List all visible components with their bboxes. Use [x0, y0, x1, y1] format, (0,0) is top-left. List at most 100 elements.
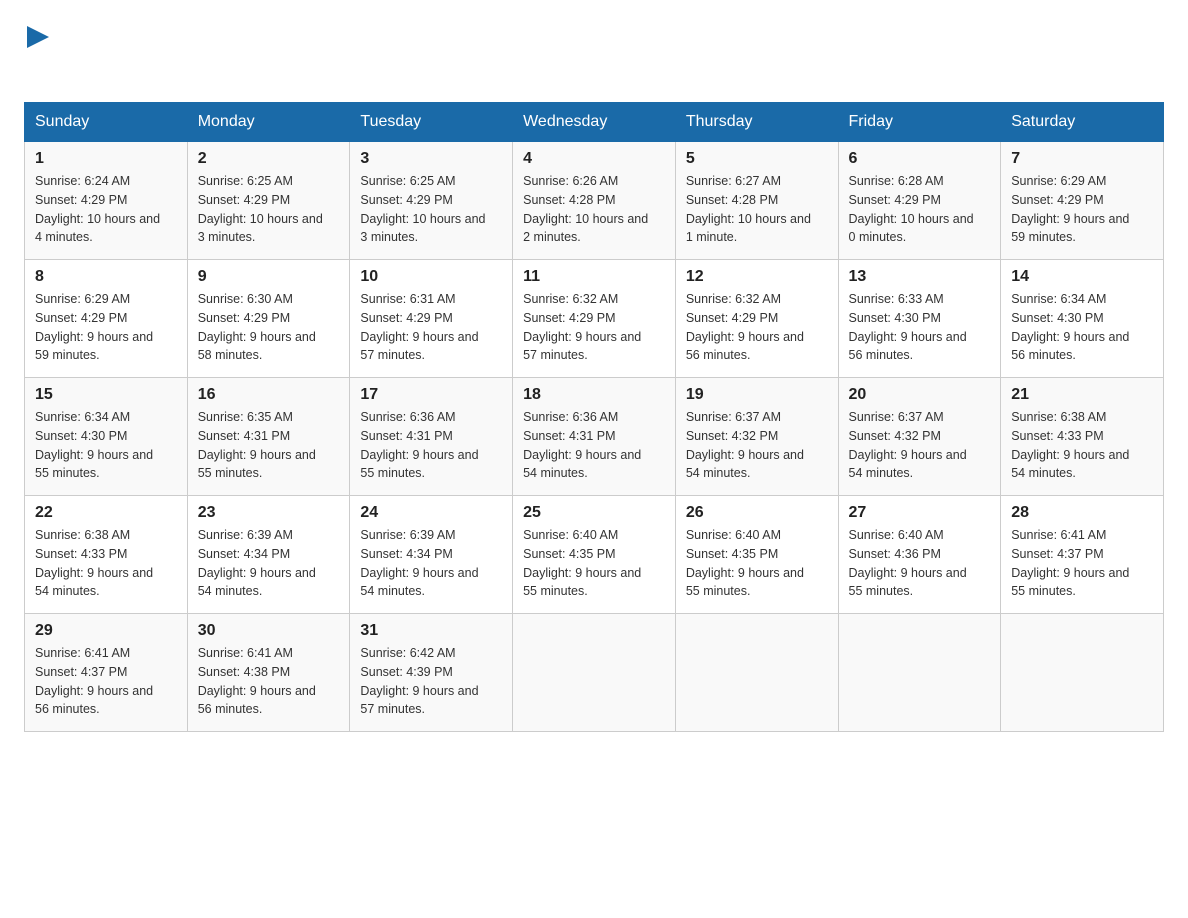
day-number: 24: [360, 504, 502, 522]
week-row-3: 15 Sunrise: 6:34 AMSunset: 4:30 PMDaylig…: [25, 378, 1164, 496]
day-number: 22: [35, 504, 177, 522]
day-number: 31: [360, 622, 502, 640]
day-info: Sunrise: 6:36 AMSunset: 4:31 PMDaylight:…: [523, 410, 641, 480]
day-info: Sunrise: 6:36 AMSunset: 4:31 PMDaylight:…: [360, 410, 478, 480]
day-number: 27: [849, 504, 991, 522]
day-number: 11: [523, 268, 665, 286]
header-friday: Friday: [838, 103, 1001, 142]
day-number: 17: [360, 386, 502, 404]
header-saturday: Saturday: [1001, 103, 1164, 142]
calendar-cell: [513, 614, 676, 732]
calendar-cell: 5 Sunrise: 6:27 AMSunset: 4:28 PMDayligh…: [675, 142, 838, 260]
day-info: Sunrise: 6:31 AMSunset: 4:29 PMDaylight:…: [360, 292, 478, 362]
calendar-cell: 2 Sunrise: 6:25 AMSunset: 4:29 PMDayligh…: [187, 142, 350, 260]
day-info: Sunrise: 6:32 AMSunset: 4:29 PMDaylight:…: [686, 292, 804, 362]
calendar-cell: 26 Sunrise: 6:40 AMSunset: 4:35 PMDaylig…: [675, 496, 838, 614]
day-info: Sunrise: 6:34 AMSunset: 4:30 PMDaylight:…: [35, 410, 153, 480]
header-thursday: Thursday: [675, 103, 838, 142]
calendar-cell: 13 Sunrise: 6:33 AMSunset: 4:30 PMDaylig…: [838, 260, 1001, 378]
calendar-cell: 1 Sunrise: 6:24 AMSunset: 4:29 PMDayligh…: [25, 142, 188, 260]
calendar-cell: 23 Sunrise: 6:39 AMSunset: 4:34 PMDaylig…: [187, 496, 350, 614]
day-number: 5: [686, 150, 828, 168]
calendar-cell: 15 Sunrise: 6:34 AMSunset: 4:30 PMDaylig…: [25, 378, 188, 496]
day-info: Sunrise: 6:37 AMSunset: 4:32 PMDaylight:…: [686, 410, 804, 480]
header-wednesday: Wednesday: [513, 103, 676, 142]
calendar-cell: [838, 614, 1001, 732]
day-info: Sunrise: 6:29 AMSunset: 4:29 PMDaylight:…: [35, 292, 153, 362]
calendar-cell: 6 Sunrise: 6:28 AMSunset: 4:29 PMDayligh…: [838, 142, 1001, 260]
day-info: Sunrise: 6:41 AMSunset: 4:37 PMDaylight:…: [1011, 528, 1129, 598]
day-number: 2: [198, 150, 340, 168]
day-info: Sunrise: 6:29 AMSunset: 4:29 PMDaylight:…: [1011, 174, 1129, 244]
week-row-2: 8 Sunrise: 6:29 AMSunset: 4:29 PMDayligh…: [25, 260, 1164, 378]
day-number: 3: [360, 150, 502, 168]
day-info: Sunrise: 6:34 AMSunset: 4:30 PMDaylight:…: [1011, 292, 1129, 362]
calendar-cell: 10 Sunrise: 6:31 AMSunset: 4:29 PMDaylig…: [350, 260, 513, 378]
logo: [24, 24, 49, 84]
day-number: 26: [686, 504, 828, 522]
calendar-cell: 20 Sunrise: 6:37 AMSunset: 4:32 PMDaylig…: [838, 378, 1001, 496]
day-info: Sunrise: 6:25 AMSunset: 4:29 PMDaylight:…: [198, 174, 323, 244]
day-number: 13: [849, 268, 991, 286]
day-info: Sunrise: 6:35 AMSunset: 4:31 PMDaylight:…: [198, 410, 316, 480]
day-info: Sunrise: 6:42 AMSunset: 4:39 PMDaylight:…: [360, 646, 478, 716]
day-number: 19: [686, 386, 828, 404]
calendar-cell: 30 Sunrise: 6:41 AMSunset: 4:38 PMDaylig…: [187, 614, 350, 732]
calendar-cell: 22 Sunrise: 6:38 AMSunset: 4:33 PMDaylig…: [25, 496, 188, 614]
calendar-cell: 4 Sunrise: 6:26 AMSunset: 4:28 PMDayligh…: [513, 142, 676, 260]
day-info: Sunrise: 6:40 AMSunset: 4:36 PMDaylight:…: [849, 528, 967, 598]
day-info: Sunrise: 6:41 AMSunset: 4:38 PMDaylight:…: [198, 646, 316, 716]
header-monday: Monday: [187, 103, 350, 142]
week-row-5: 29 Sunrise: 6:41 AMSunset: 4:37 PMDaylig…: [25, 614, 1164, 732]
calendar-cell: 21 Sunrise: 6:38 AMSunset: 4:33 PMDaylig…: [1001, 378, 1164, 496]
day-number: 25: [523, 504, 665, 522]
day-number: 28: [1011, 504, 1153, 522]
day-info: Sunrise: 6:39 AMSunset: 4:34 PMDaylight:…: [360, 528, 478, 598]
day-info: Sunrise: 6:26 AMSunset: 4:28 PMDaylight:…: [523, 174, 648, 244]
day-number: 6: [849, 150, 991, 168]
day-number: 1: [35, 150, 177, 168]
calendar-cell: [675, 614, 838, 732]
day-info: Sunrise: 6:40 AMSunset: 4:35 PMDaylight:…: [523, 528, 641, 598]
calendar-cell: 14 Sunrise: 6:34 AMSunset: 4:30 PMDaylig…: [1001, 260, 1164, 378]
calendar-body: 1 Sunrise: 6:24 AMSunset: 4:29 PMDayligh…: [25, 142, 1164, 732]
day-info: Sunrise: 6:33 AMSunset: 4:30 PMDaylight:…: [849, 292, 967, 362]
day-number: 16: [198, 386, 340, 404]
calendar-cell: 18 Sunrise: 6:36 AMSunset: 4:31 PMDaylig…: [513, 378, 676, 496]
day-info: Sunrise: 6:25 AMSunset: 4:29 PMDaylight:…: [360, 174, 485, 244]
calendar-cell: 29 Sunrise: 6:41 AMSunset: 4:37 PMDaylig…: [25, 614, 188, 732]
calendar-cell: 9 Sunrise: 6:30 AMSunset: 4:29 PMDayligh…: [187, 260, 350, 378]
day-number: 10: [360, 268, 502, 286]
header-row: SundayMondayTuesdayWednesdayThursdayFrid…: [25, 103, 1164, 142]
day-number: 8: [35, 268, 177, 286]
calendar-cell: 3 Sunrise: 6:25 AMSunset: 4:29 PMDayligh…: [350, 142, 513, 260]
calendar-cell: 19 Sunrise: 6:37 AMSunset: 4:32 PMDaylig…: [675, 378, 838, 496]
day-info: Sunrise: 6:40 AMSunset: 4:35 PMDaylight:…: [686, 528, 804, 598]
calendar-header: SundayMondayTuesdayWednesdayThursdayFrid…: [25, 103, 1164, 142]
calendar-cell: 8 Sunrise: 6:29 AMSunset: 4:29 PMDayligh…: [25, 260, 188, 378]
calendar-table: SundayMondayTuesdayWednesdayThursdayFrid…: [24, 102, 1164, 732]
week-row-4: 22 Sunrise: 6:38 AMSunset: 4:33 PMDaylig…: [25, 496, 1164, 614]
day-number: 29: [35, 622, 177, 640]
header-sunday: Sunday: [25, 103, 188, 142]
page-header: [24, 24, 1164, 84]
day-number: 7: [1011, 150, 1153, 168]
header-tuesday: Tuesday: [350, 103, 513, 142]
calendar-cell: 28 Sunrise: 6:41 AMSunset: 4:37 PMDaylig…: [1001, 496, 1164, 614]
day-number: 18: [523, 386, 665, 404]
calendar-cell: 16 Sunrise: 6:35 AMSunset: 4:31 PMDaylig…: [187, 378, 350, 496]
day-number: 12: [686, 268, 828, 286]
day-info: Sunrise: 6:32 AMSunset: 4:29 PMDaylight:…: [523, 292, 641, 362]
calendar-cell: 31 Sunrise: 6:42 AMSunset: 4:39 PMDaylig…: [350, 614, 513, 732]
day-number: 30: [198, 622, 340, 640]
calendar-cell: 17 Sunrise: 6:36 AMSunset: 4:31 PMDaylig…: [350, 378, 513, 496]
calendar-cell: 25 Sunrise: 6:40 AMSunset: 4:35 PMDaylig…: [513, 496, 676, 614]
day-info: Sunrise: 6:27 AMSunset: 4:28 PMDaylight:…: [686, 174, 811, 244]
calendar-cell: 12 Sunrise: 6:32 AMSunset: 4:29 PMDaylig…: [675, 260, 838, 378]
calendar-cell: 7 Sunrise: 6:29 AMSunset: 4:29 PMDayligh…: [1001, 142, 1164, 260]
day-number: 4: [523, 150, 665, 168]
calendar-cell: 24 Sunrise: 6:39 AMSunset: 4:34 PMDaylig…: [350, 496, 513, 614]
day-info: Sunrise: 6:39 AMSunset: 4:34 PMDaylight:…: [198, 528, 316, 598]
day-number: 21: [1011, 386, 1153, 404]
day-info: Sunrise: 6:38 AMSunset: 4:33 PMDaylight:…: [35, 528, 153, 598]
